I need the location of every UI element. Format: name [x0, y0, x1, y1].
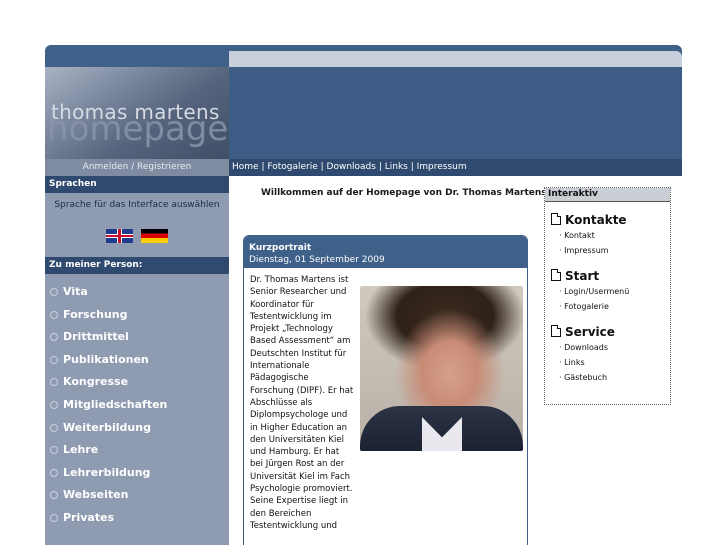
nav-separator: | [407, 162, 417, 172]
bullet-icon [50, 446, 58, 455]
link-links[interactable]: · Links [551, 355, 670, 370]
welcome-heading: Willkommen auf der Homepage von Dr. Thom… [261, 188, 547, 198]
top-nav: Home | Fotogalerie | Downloads | Links |… [229, 159, 682, 176]
link-gaestebuch[interactable]: · Gästebuch [551, 370, 670, 385]
portrait-header: Kurzportrait Dienstag, 01 September 2009 [244, 236, 527, 268]
menu-item-mitgliedschaften[interactable]: Mitgliedschaften [45, 394, 229, 417]
menu-item-webseiten[interactable]: Webseiten [45, 484, 229, 507]
menu-item-drittmittel[interactable]: Drittmittel [45, 326, 229, 349]
german-flag-icon[interactable] [141, 228, 168, 243]
bullet-icon [50, 491, 58, 500]
nav-impressum[interactable]: Impressum [417, 162, 467, 172]
bullet-icon [50, 355, 58, 364]
document-icon [551, 325, 561, 337]
portrait-panel: Kurzportrait Dienstag, 01 September 2009… [243, 235, 528, 545]
bullet-icon [50, 378, 58, 387]
bullet-icon [50, 513, 58, 522]
portrait-date: Dienstag, 01 September 2009 [249, 255, 385, 265]
nav-downloads[interactable]: Downloads [327, 162, 376, 172]
link-downloads[interactable]: · Downloads [551, 340, 670, 355]
bullet-icon [50, 423, 58, 432]
link-kontakt[interactable]: · Kontakt [551, 228, 670, 243]
menu-item-forschung[interactable]: Forschung [45, 304, 229, 327]
section-kontakte: Kontakte · Kontakt · Impressum [545, 213, 670, 258]
portrait-bio: Dr. Thomas Martens ist Senior Researcher… [250, 275, 354, 531]
menu-item-kongresse[interactable]: Kongresse [45, 371, 229, 394]
languages-heading: Sprachen [45, 176, 229, 193]
header-banner [229, 67, 682, 159]
bullet-icon [50, 468, 58, 477]
link-impressum[interactable]: · Impressum [551, 243, 670, 258]
section-title: Kontakte [551, 213, 670, 228]
interaktiv-heading: Interaktiv [545, 188, 670, 202]
top-strip-right [229, 51, 682, 67]
nav-fotogalerie[interactable]: Fotogalerie [267, 162, 317, 172]
link-login-usermenu[interactable]: · Login/Usermenü [551, 284, 670, 299]
top-strip [45, 45, 682, 67]
logo-name-text: thomas martens [51, 100, 220, 124]
menu-item-lehrerbildung[interactable]: Lehrerbildung [45, 462, 229, 485]
nav-links[interactable]: Links [385, 162, 408, 172]
bullet-icon [50, 333, 58, 342]
nav-separator: | [375, 162, 385, 172]
nav-home[interactable]: Home [232, 162, 259, 172]
english-flag-icon[interactable] [106, 228, 133, 243]
person-menu: Vita Forschung Drittmittel Publikationen… [45, 281, 229, 530]
languages-description: Sprache für das Interface auswählen [54, 200, 220, 210]
portrait-title: Kurzportrait [249, 243, 312, 253]
menu-item-weiterbildung[interactable]: Weiterbildung [45, 417, 229, 440]
menu-item-vita[interactable]: Vita [45, 281, 229, 304]
section-title: Start [551, 269, 670, 284]
bullet-icon [50, 288, 58, 296]
document-icon [551, 213, 561, 225]
menu-item-publikationen[interactable]: Publikationen [45, 349, 229, 372]
page-frame: homepage thomas martens Anmelden / Regis… [45, 45, 682, 545]
section-service: Service · Downloads · Links · Gästebuch [545, 325, 670, 385]
language-flags [45, 225, 229, 243]
login-register-link[interactable]: Anmelden / Registrieren [45, 159, 229, 176]
interaktiv-panel: Interaktiv Kontakte · Kontakt · Impressu… [544, 187, 671, 405]
link-fotogalerie[interactable]: · Fotogalerie [551, 299, 670, 314]
menu-item-lehre[interactable]: Lehre [45, 439, 229, 462]
bullet-icon [50, 310, 58, 319]
section-start: Start · Login/Usermenü · Fotogalerie [545, 269, 670, 314]
section-title: Service [551, 325, 670, 340]
bullet-icon [50, 400, 58, 409]
portrait-photo [360, 286, 523, 451]
sidebar: Sprachen Sprache für das Interface auswä… [45, 176, 229, 545]
person-heading: Zu meiner Person: [45, 257, 229, 274]
nav-separator: | [317, 162, 327, 172]
menu-item-privates[interactable]: Privates [45, 507, 229, 530]
document-icon [551, 269, 561, 281]
site-logo[interactable]: homepage thomas martens [45, 67, 229, 159]
